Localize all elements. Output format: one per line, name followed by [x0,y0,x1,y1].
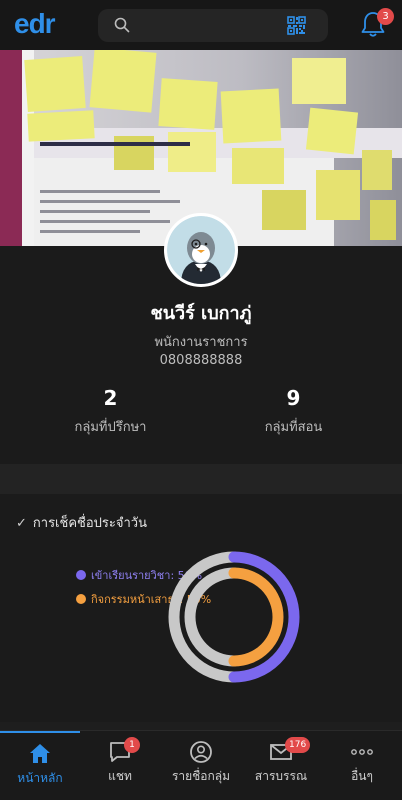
nav-groups[interactable]: รายชื่อกลุ่ม [161,731,241,800]
nav-home-label: หน้าหลัก [17,771,63,785]
more-icon [350,740,374,764]
nav-more-label: อื่นๆ [351,769,373,783]
attendance-donut-chart [168,551,300,683]
legend-dot-flag [76,594,86,604]
chat-badge: 1 [124,737,140,753]
teaching-groups-count: 9 [286,386,301,410]
nav-chat[interactable]: 1 แชท [80,731,160,800]
nav-home[interactable]: หน้าหลัก [0,731,80,800]
avatar[interactable] [164,213,238,287]
profile-name: ชนวีร์ เบกาภู่ [150,303,252,324]
search-input[interactable] [98,9,328,42]
nav-documents[interactable]: 176 สารบรรณ [241,731,321,800]
check-icon: ✓ [16,516,27,531]
legend-dot-class [76,570,86,580]
notification-badge: 3 [377,8,394,25]
section-divider [0,464,402,494]
advisor-groups-count: 2 [103,386,118,410]
search-icon [114,17,130,37]
app-logo[interactable]: edr [14,8,56,40]
advisor-groups-stat[interactable]: 2 กลุ่มที่ปรึกษา [10,386,211,437]
attendance-title: ✓ การเช็คชื่อประจำวัน [16,512,147,533]
documents-badge: 176 [285,737,311,753]
nav-more[interactable]: อื่นๆ [322,731,402,800]
profile-phone: 0808888888 [159,353,243,368]
donut-track-2 [184,567,240,667]
qr-code-icon[interactable] [287,16,306,39]
bottom-navigation: หน้าหลัก 1 แชท รายชื่อกลุ่ม 176 สารบรรณ … [0,730,402,800]
advisor-groups-label: กลุ่มที่ปรึกษา [74,420,147,435]
top-bar: edr 3 [0,0,402,50]
nav-chat-label: แชท [108,769,132,783]
home-icon [28,742,52,766]
group-icon [189,740,213,764]
profile-position: พนักงานราชการ [154,335,248,350]
attendance-title-text: การเช็คชื่อประจำวัน [32,516,147,531]
teaching-groups-stat[interactable]: 9 กลุ่มที่สอน [193,386,394,437]
teaching-groups-label: กลุ่มที่สอน [264,420,323,435]
nav-documents-label: สารบรรณ [254,769,308,783]
nav-groups-label: รายชื่อกลุ่ม [171,769,231,783]
donut-arc-2 [228,567,284,667]
